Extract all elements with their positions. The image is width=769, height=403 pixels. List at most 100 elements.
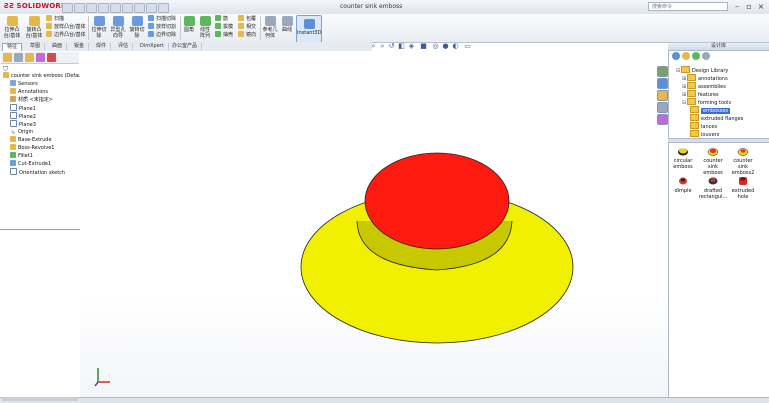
design-library-toolbar [672, 52, 732, 61]
select-icon[interactable] [122, 3, 133, 13]
3d-model-view[interactable] [80, 51, 668, 397]
shell-button[interactable]: 抽壳 [215, 31, 233, 39]
new-document-icon[interactable] [62, 3, 73, 13]
revolved-cut-button[interactable]: 旋转切除 [128, 16, 146, 39]
reference-geometry-button[interactable]: 参考几何体 [262, 16, 278, 39]
view-palette-icon[interactable] [657, 102, 668, 113]
tree-item-orientation-sketch[interactable]: Orientation sketch [10, 168, 65, 177]
tree-item-boss-revolve1[interactable]: Boss-Revolve1 [10, 144, 54, 152]
loft-boss-button[interactable]: 放样凸台/基体 [46, 23, 86, 31]
tree-item-annotations[interactable]: Annotations [10, 88, 48, 96]
heads-up-view-toolbar: ⌕ ⌕ ↺ ◧ ◈ ■ ◎ ● ◐ ▭ [370, 43, 480, 51]
zoom-to-area-icon[interactable]: ⌕ [379, 43, 386, 50]
extruded-cut-button[interactable]: 拉伸切除 [90, 16, 108, 39]
emboss-top-face[interactable] [364, 152, 510, 250]
sweep-icon [46, 15, 52, 21]
section-view-icon[interactable]: ◧ [398, 43, 405, 50]
tab-sheet-metal[interactable]: 钣金 [70, 43, 90, 50]
file-explorer-icon[interactable] [657, 90, 668, 101]
tree-item-cut-extrude1[interactable]: Cut-Extrude1 [10, 160, 51, 168]
options-icon[interactable] [146, 3, 157, 13]
library-item-dimple[interactable]: dimple [668, 176, 698, 194]
apply-scene-icon[interactable]: ◐ [452, 43, 459, 50]
configurationmanager-tab-icon[interactable] [25, 53, 34, 62]
restore-icon[interactable]: ▫ [745, 2, 753, 11]
intersect-button[interactable]: 相交 [238, 23, 256, 31]
library-item-extruded-hole[interactable]: extruded hole [728, 176, 758, 200]
design-library-icon[interactable] [657, 78, 668, 89]
linear-pattern-button[interactable]: 线性阵列 [198, 16, 212, 39]
tree-item-fillet1[interactable]: Fillet1 [10, 152, 33, 160]
file-properties-icon[interactable] [158, 3, 169, 13]
print-icon[interactable] [98, 3, 109, 13]
save-icon[interactable] [86, 3, 97, 13]
tree-item-sensors[interactable]: Sensors [10, 80, 38, 88]
minimize-icon[interactable]: – [733, 2, 741, 11]
tab-weldments[interactable]: 焊件 [92, 43, 112, 50]
mirror-button[interactable]: 镜向 [238, 31, 256, 39]
tab-office-products[interactable]: 办公室产品 [168, 43, 203, 50]
tree-item-material[interactable]: 材质 <未指定> [10, 96, 53, 104]
displaymanager-tab-icon[interactable] [47, 53, 56, 62]
tab-sketch[interactable]: 草图 [26, 43, 46, 50]
panel-splitter[interactable] [0, 229, 80, 230]
lofted-cut-button[interactable]: 放样切割 [148, 23, 176, 31]
lofted-cut-icon [148, 23, 154, 29]
library-item-counter-sink-emboss[interactable]: counter sink emboss [698, 146, 728, 176]
title-bar: ƧƧ SOLIDWORKS counter sink emboss 搜索命令 – … [0, 0, 769, 15]
wrap-button[interactable]: 包覆 [238, 15, 256, 23]
solidworks-resources-icon[interactable] [657, 66, 668, 77]
view-orientation-icon[interactable]: ◈ [408, 43, 415, 50]
boundary-cut-button[interactable]: 边界切除 [148, 31, 176, 39]
rib-button[interactable]: 筋 [215, 15, 228, 23]
propertymanager-tab-icon[interactable] [14, 53, 23, 62]
library-splitter[interactable] [668, 138, 769, 143]
boundary-boss-button[interactable]: 边界凸台/基体 [46, 31, 86, 39]
dimxpertmanager-tab-icon[interactable] [36, 53, 45, 62]
tab-surfaces[interactable]: 曲面 [48, 43, 68, 50]
sketch-icon [10, 168, 17, 175]
tree-item-origin[interactable]: ↳ Origin [10, 128, 33, 136]
library-item-counter-sink-emboss2[interactable]: counter sink emboss2 [728, 146, 758, 176]
library-item-circular-emboss[interactable]: circular emboss [668, 146, 698, 170]
featuremanager-tab-icon[interactable] [3, 53, 12, 62]
graphics-area[interactable] [80, 51, 668, 397]
revolved-boss-button[interactable]: 旋转凸台/基体 [24, 16, 44, 39]
search-commands-input[interactable]: 搜索命令 [648, 2, 728, 11]
annotations-icon [10, 88, 16, 94]
appearances-icon[interactable] [657, 114, 668, 125]
hide-show-items-icon[interactable]: ◎ [432, 43, 439, 50]
extruded-boss-button[interactable]: 拉伸凸台/基体 [2, 16, 22, 39]
previous-view-icon[interactable]: ↺ [388, 43, 395, 50]
extruded-cut-icon [93, 16, 105, 26]
tree-item-base-extrude[interactable]: Base-Extrude [10, 136, 52, 144]
instant3d-button[interactable]: Instant3D [296, 15, 322, 43]
draft-button[interactable]: 拔模 [215, 23, 233, 31]
display-style-icon[interactable]: ■ [420, 43, 427, 50]
library-item-drafted-rectangular[interactable]: drafted rectangul... [698, 176, 728, 200]
rebuild-icon[interactable] [134, 3, 145, 13]
tab-features[interactable]: 特征 [2, 43, 23, 51]
sweep-button[interactable]: 扫描 [46, 15, 64, 23]
hole-wizard-button[interactable]: 异型孔向导 [109, 16, 127, 39]
curves-button[interactable]: 曲线 [280, 16, 294, 33]
add-file-location-icon[interactable] [682, 52, 690, 60]
document-title: counter sink emboss [340, 3, 403, 10]
tab-evaluate[interactable]: 评估 [114, 43, 134, 50]
open-document-icon[interactable] [74, 3, 85, 13]
refresh-icon[interactable] [702, 52, 710, 60]
tab-dimxpert[interactable]: DimXpert [136, 43, 169, 50]
swept-cut-button[interactable]: 扫描切除 [148, 15, 176, 23]
add-to-library-icon[interactable] [672, 52, 680, 60]
edit-appearance-icon[interactable]: ● [442, 43, 449, 50]
view-settings-icon[interactable]: ▭ [464, 43, 471, 50]
fillet-button[interactable]: 圆角 [182, 16, 196, 33]
shell-icon [215, 31, 221, 37]
horizontal-scrollbar[interactable] [2, 397, 78, 401]
zoom-to-fit-icon[interactable]: ⌕ [370, 43, 377, 50]
undo-icon[interactable] [110, 3, 121, 13]
create-new-folder-icon[interactable] [692, 52, 700, 60]
tree-root-part[interactable]: counter sink emboss (Defaul [3, 72, 83, 80]
close-icon[interactable]: × [757, 2, 765, 11]
hole-wizard-icon [112, 16, 124, 26]
